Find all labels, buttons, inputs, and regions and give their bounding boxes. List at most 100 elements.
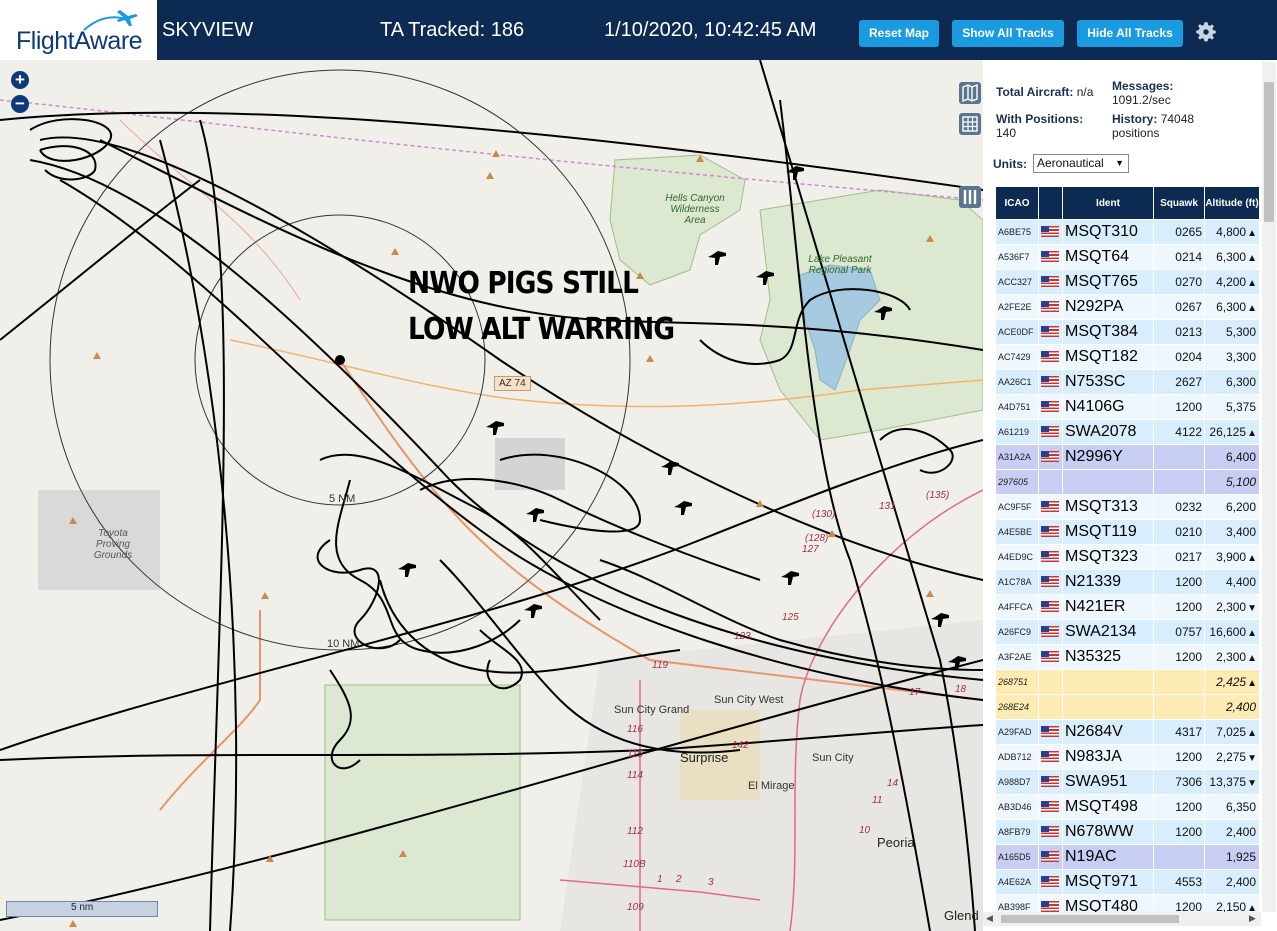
table-row[interactable]: A1C78A N21339 1200 4,400 bbox=[995, 569, 1260, 595]
cell-icao: A536F7 bbox=[995, 244, 1039, 270]
map-layers-button[interactable] bbox=[959, 82, 981, 104]
aircraft-table: ICAO Ident Squawk Altitude (ft) A6BE75 MS… bbox=[995, 186, 1260, 920]
aircraft-icon bbox=[674, 501, 692, 515]
table-row[interactable]: A29FAD N2684V 4317 7,025▲ bbox=[995, 719, 1260, 745]
columns-toggle-button[interactable] bbox=[959, 186, 981, 208]
zoom-out-button[interactable]: − bbox=[11, 95, 29, 113]
us-flag-icon bbox=[1041, 576, 1059, 588]
us-flag-icon bbox=[1041, 826, 1059, 838]
cell-ident: SWA2078 bbox=[1062, 419, 1154, 445]
reset-map-button[interactable]: Reset Map bbox=[859, 20, 939, 47]
road-label: 109 bbox=[627, 902, 644, 913]
trend-icon: ▲ bbox=[1247, 728, 1257, 739]
flightaware-logo[interactable]: FlightAware bbox=[0, 0, 157, 60]
table-row[interactable]: A4ED9C MSQT323 0217 3,900▲ bbox=[995, 544, 1260, 570]
table-row[interactable]: ACE0DF MSQT384 0213 5,300 bbox=[995, 319, 1260, 345]
cell-squawk bbox=[1153, 844, 1205, 870]
history-stat: History: 74048 positions bbox=[1112, 112, 1194, 140]
scrollbar-thumb[interactable] bbox=[1264, 82, 1274, 222]
road-label: 119 bbox=[652, 660, 668, 671]
cell-flag bbox=[1038, 544, 1063, 570]
altitude-value: 6,400 bbox=[1225, 450, 1256, 464]
table-row[interactable]: ADB712 N983JA 1200 2,275▼ bbox=[995, 744, 1260, 770]
grid-button[interactable] bbox=[959, 113, 981, 135]
zoom-in-button[interactable]: + bbox=[11, 71, 29, 89]
table-row[interactable]: A31A2A N2996Y 6,400 bbox=[995, 444, 1260, 470]
table-row[interactable]: 268751 2,425▲ bbox=[995, 669, 1260, 695]
table-row[interactable]: A6BE75 MSQT310 0265 4,800▲ bbox=[995, 219, 1260, 245]
scroll-right-icon[interactable]: ▶ bbox=[1249, 913, 1256, 924]
cell-squawk: 0267 bbox=[1153, 294, 1205, 320]
cell-ident: N2996Y bbox=[1062, 444, 1154, 470]
trend-icon: ▲ bbox=[1247, 228, 1257, 239]
cell-flag bbox=[1038, 394, 1063, 420]
cell-ident: MSQT313 bbox=[1062, 494, 1154, 520]
cell-icao: A29FAD bbox=[995, 719, 1039, 745]
map-canvas[interactable] bbox=[0, 60, 983, 931]
col-ident[interactable]: Ident bbox=[1062, 186, 1154, 220]
table-row[interactable]: A2FE2E N292PA 0267 6,300▲ bbox=[995, 294, 1260, 320]
hide-all-tracks-button[interactable]: Hide All Tracks bbox=[1077, 20, 1183, 47]
cell-altitude: 3,900▲ bbox=[1204, 544, 1260, 570]
table-row[interactable]: A165D5 N19AC 1,925 bbox=[995, 844, 1260, 870]
scrollbar-thumb-h[interactable] bbox=[1001, 915, 1179, 923]
cell-flag bbox=[1038, 619, 1063, 645]
table-row[interactable]: ACC327 MSQT765 0270 4,200▲ bbox=[995, 269, 1260, 295]
label-toyota: Toyota Proving Grounds bbox=[93, 528, 133, 561]
history-unit: positions bbox=[1112, 126, 1160, 140]
table-row[interactable]: A4E5BE MSQT119 0210 3,400 bbox=[995, 519, 1260, 545]
units-select[interactable]: Aeronautical ▼ bbox=[1033, 154, 1129, 173]
horizontal-scrollbar[interactable]: ◀ ▶ bbox=[983, 912, 1261, 926]
gear-icon[interactable] bbox=[1193, 19, 1219, 45]
table-row[interactable]: A3F2AE N35325 1200 2,300▲ bbox=[995, 644, 1260, 670]
cell-altitude: 6,300▲ bbox=[1204, 244, 1260, 270]
label-lake-pleasant: Lake Pleasant Regional Park bbox=[808, 254, 872, 276]
table-row[interactable]: AC9F5F MSQT313 0232 6,200 bbox=[995, 494, 1260, 520]
col-icao[interactable]: ICAO bbox=[995, 186, 1039, 220]
map-view[interactable]: + − NWO PIGS STILL LOW ALT WARRING 5 NM … bbox=[0, 60, 983, 931]
scroll-left-icon[interactable]: ◀ bbox=[986, 913, 993, 924]
table-row[interactable]: A4E62A MSQT971 4553 2,400 bbox=[995, 869, 1260, 895]
us-flag-icon bbox=[1041, 726, 1059, 738]
table-row[interactable]: A4D751 N4106G 1200 5,375 bbox=[995, 394, 1260, 420]
trend-icon: ▲ bbox=[1247, 628, 1257, 639]
table-row[interactable]: A4FFCA N421ER 1200 2,300▼ bbox=[995, 594, 1260, 620]
altitude-value: 6,300 bbox=[1216, 300, 1247, 314]
table-row[interactable]: AB3D46 MSQT498 1200 6,350 bbox=[995, 794, 1260, 820]
cell-icao: ACE0DF bbox=[995, 319, 1039, 345]
altitude-value: 5,300 bbox=[1225, 325, 1256, 339]
cell-squawk bbox=[1153, 469, 1205, 495]
table-row[interactable]: A8FB79 N678WW 1200 2,400 bbox=[995, 819, 1260, 845]
total-aircraft-value: n/a bbox=[1076, 85, 1094, 99]
table-row[interactable]: A988D7 SWA951 7306 13,375▼ bbox=[995, 769, 1260, 795]
road-west bbox=[159, 610, 261, 811]
show-all-tracks-button[interactable]: Show All Tracks bbox=[952, 20, 1064, 47]
cell-squawk: 7306 bbox=[1153, 769, 1205, 795]
table-row[interactable]: A26FC9 SWA2134 0757 16,600▲ bbox=[995, 619, 1260, 645]
vertical-scrollbar[interactable] bbox=[1262, 62, 1276, 912]
cell-icao: 297605 bbox=[995, 469, 1039, 495]
table-row[interactable]: AA26C1 N753SC 2627 6,300 bbox=[995, 369, 1260, 395]
cell-flag bbox=[1038, 369, 1063, 395]
total-aircraft-label: Total Aircraft: bbox=[996, 85, 1074, 99]
green-area-south bbox=[324, 684, 521, 921]
scale-label: 5 nm bbox=[71, 902, 94, 913]
table-row[interactable]: A536F7 MSQT64 0214 6,300▲ bbox=[995, 244, 1260, 270]
table-row[interactable]: AC7429 MSQT182 0204 3,300 bbox=[995, 344, 1260, 370]
col-flag[interactable] bbox=[1038, 186, 1063, 220]
table-row[interactable]: 268E24 2,400 bbox=[995, 694, 1260, 720]
cell-icao: A988D7 bbox=[995, 769, 1039, 795]
altitude-value: 2,275 bbox=[1216, 750, 1247, 764]
table-row[interactable]: A61219 SWA2078 4122 26,125▲ bbox=[995, 419, 1260, 445]
cell-flag bbox=[1038, 719, 1063, 745]
altitude-value: 6,200 bbox=[1225, 500, 1256, 514]
table-row[interactable]: 297605 5,100 bbox=[995, 469, 1260, 495]
us-flag-icon bbox=[1041, 301, 1059, 313]
col-altitude[interactable]: Altitude (ft) bbox=[1204, 186, 1260, 220]
cell-icao: AC7429 bbox=[995, 344, 1039, 370]
cell-icao: A1C78A bbox=[995, 569, 1039, 595]
trend-icon: ▲ bbox=[1247, 553, 1257, 564]
cell-squawk: 4553 bbox=[1153, 869, 1205, 895]
cell-flag bbox=[1038, 869, 1063, 895]
col-squawk[interactable]: Squawk bbox=[1153, 186, 1205, 220]
